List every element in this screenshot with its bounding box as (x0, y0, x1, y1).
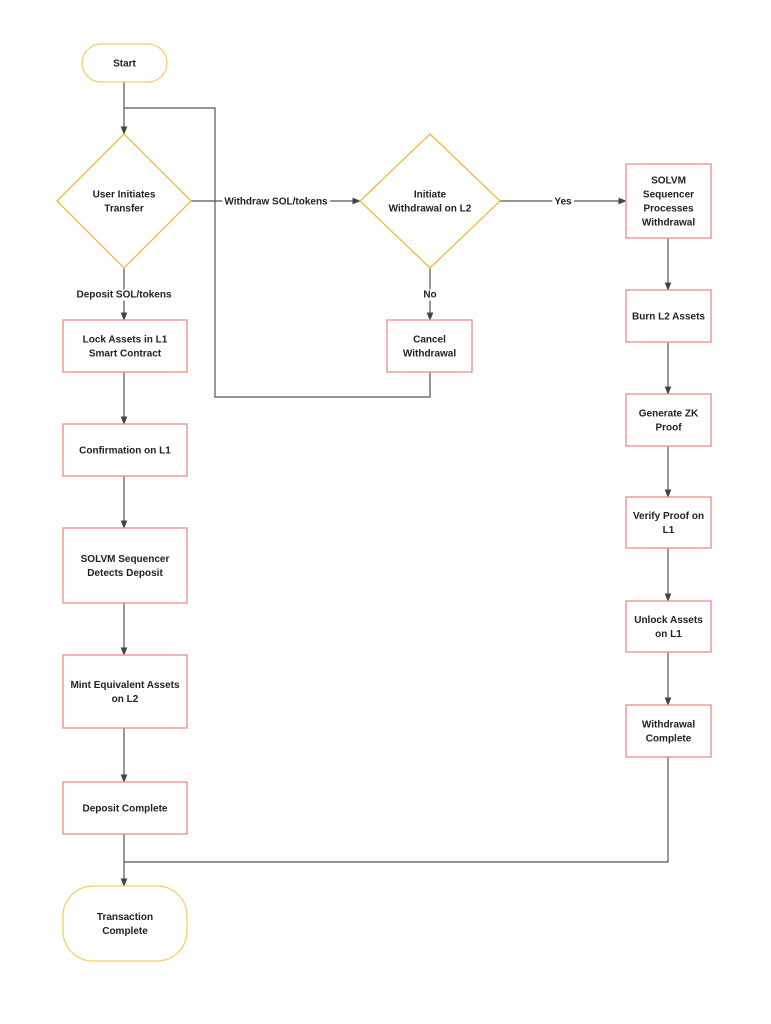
node-withdrawal-complete: Withdrawal Complete (625, 704, 712, 758)
node-label: on L1 (655, 629, 682, 640)
node-label: SOLVM (651, 176, 686, 187)
edge-label-yes: Yes (554, 197, 572, 208)
node-processes-withdrawal: SOLVM Sequencer Processes Withdrawal (625, 163, 712, 239)
node-label: Withdrawal (642, 720, 695, 731)
decision-shape (359, 133, 501, 269)
process-shape (625, 496, 712, 549)
process-shape (625, 393, 712, 447)
node-mint: Mint Equivalent Assets on L2 (62, 654, 188, 729)
node-label: Deposit Complete (82, 804, 167, 815)
node-label: Unlock Assets (634, 615, 703, 626)
node-label: L1 (663, 525, 675, 536)
node-label: Processes (643, 204, 693, 215)
process-shape (625, 600, 712, 653)
node-label: User Initiates (93, 190, 156, 201)
node-label: Start (113, 59, 136, 70)
node-confirmation: Confirmation on L1 (62, 423, 188, 477)
node-burn: Burn L2 Assets (625, 289, 712, 343)
node-label: Complete (646, 734, 692, 745)
node-label: Detects Deposit (87, 568, 163, 579)
node-label: Withdrawal on L2 (389, 204, 472, 215)
node-label: Smart Contract (89, 349, 162, 360)
node-label: Initiate (414, 190, 447, 201)
node-cancel-withdrawal: Cancel Withdrawal (386, 319, 473, 373)
node-label: SOLVM Sequencer (81, 554, 170, 565)
node-label: Cancel (413, 335, 446, 346)
node-label: Withdrawal (403, 349, 456, 360)
node-user-initiates: User Initiates Transfer (56, 133, 192, 269)
node-label: Verify Proof on (633, 511, 704, 522)
process-shape (625, 704, 712, 758)
node-label: on L2 (112, 694, 139, 705)
node-label: Burn L2 Assets (632, 312, 705, 323)
node-label: Proof (655, 423, 682, 434)
node-label: Generate ZK (639, 409, 699, 420)
node-label: Confirmation on L1 (79, 446, 171, 457)
node-initiate-withdrawal: Initiate Withdrawal on L2 (359, 133, 501, 269)
flowchart: Start User Initiates Transfer Initiate Withd… (56, 43, 712, 962)
node-detects-deposit: SOLVM Sequencer Detects Deposit (62, 527, 188, 604)
process-shape (386, 319, 473, 373)
node-lock-assets: Lock Assets in L1 Smart Contract (62, 319, 188, 373)
edge-label-no: No (423, 290, 436, 301)
node-start: Start (81, 43, 168, 83)
edge-label-withdraw: Withdraw SOL/tokens (224, 197, 328, 208)
node-label: Mint Equivalent Assets (70, 680, 180, 691)
terminal-shape (62, 885, 188, 962)
node-label: Complete (102, 926, 148, 937)
process-shape (62, 319, 188, 373)
node-label: Withdrawal (642, 218, 695, 229)
edge-label-deposit: Deposit SOL/tokens (76, 290, 171, 301)
node-zk-proof: Generate ZK Proof (625, 393, 712, 447)
node-unlock: Unlock Assets on L1 (625, 600, 712, 653)
process-shape (62, 654, 188, 729)
node-label: Transaction (97, 912, 153, 923)
node-transaction-complete: Transaction Complete (62, 885, 188, 962)
process-shape (62, 527, 188, 604)
node-label: Sequencer (643, 190, 694, 201)
node-verify: Verify Proof on L1 (625, 496, 712, 549)
decision-shape (56, 133, 192, 269)
node-label: Lock Assets in L1 (83, 335, 168, 346)
node-label: Transfer (104, 204, 144, 215)
node-deposit-complete: Deposit Complete (62, 781, 188, 835)
connector-arrow (124, 757, 669, 863)
